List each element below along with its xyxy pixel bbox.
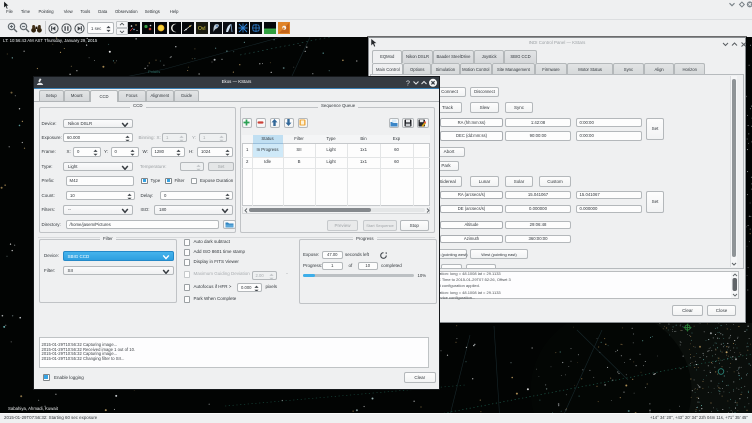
- svg-text:Ovl: Ovl: [198, 26, 206, 32]
- svg-text:Polaris: Polaris: [148, 69, 160, 74]
- svg-text:?: ?: [406, 80, 410, 87]
